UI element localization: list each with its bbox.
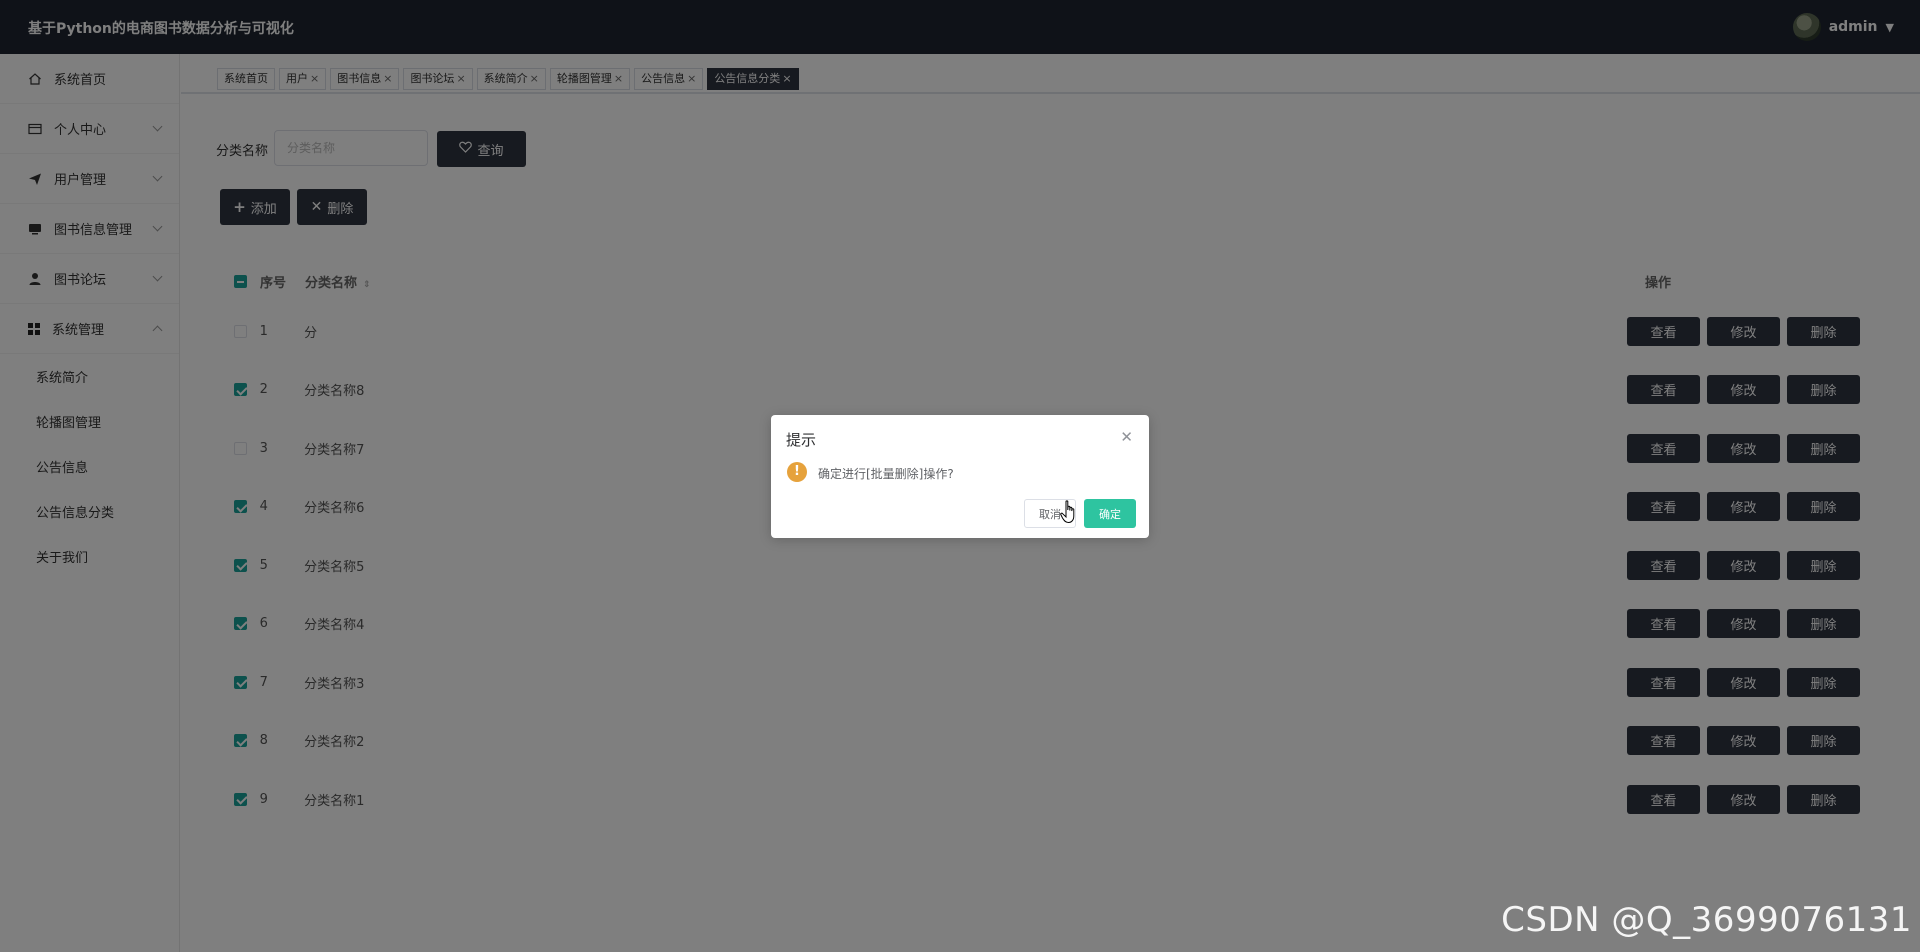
hand-pointer-icon (1060, 500, 1075, 524)
watermark: CSDN @Q_3699076131 (1501, 900, 1912, 940)
close-icon[interactable]: ✕ (1120, 428, 1133, 446)
warning-icon: ! (787, 462, 807, 482)
confirm-dialog: 提示 ✕ ! 确定进行[批量删除]操作? 取消 确定 (771, 415, 1149, 538)
dialog-message: 确定进行[批量删除]操作? (818, 467, 954, 481)
dialog-title: 提示 (786, 431, 817, 449)
confirm-button[interactable]: 确定 (1084, 499, 1136, 528)
